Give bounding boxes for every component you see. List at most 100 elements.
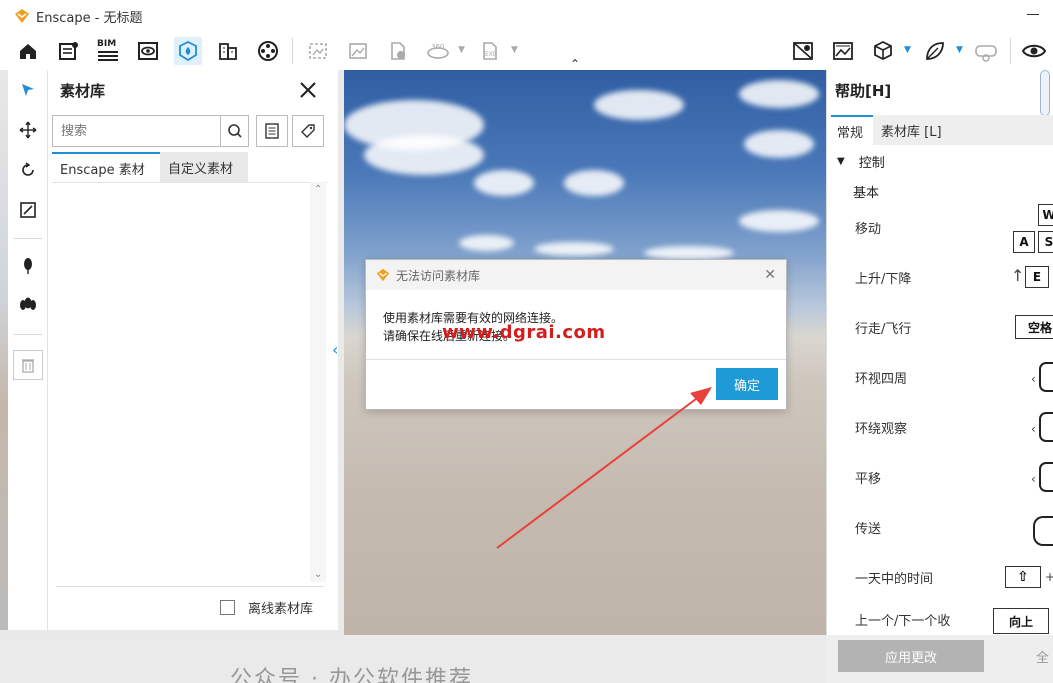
visual-settings-button[interactable]: [134, 37, 162, 65]
list-view-button[interactable]: [256, 115, 288, 147]
mouse-icon: [1039, 362, 1053, 392]
panorama-dropdown-caret-icon[interactable]: ▼: [458, 45, 465, 55]
buildings-button[interactable]: [214, 37, 242, 65]
help-row-label: 平移: [855, 472, 882, 487]
left-arrow-icon: ‹: [1031, 372, 1036, 386]
tree-group-button[interactable]: [14, 292, 42, 320]
eye-icon: [1021, 44, 1047, 58]
exe-export-button[interactable]: EXE: [476, 37, 504, 65]
close-icon[interactable]: [298, 80, 318, 100]
cloud: [744, 130, 814, 158]
mouse-icon: [1039, 412, 1053, 442]
mouse-icon: [1039, 462, 1053, 492]
toolbar-separator: [1010, 38, 1011, 64]
footer-right-label[interactable]: 全: [1036, 647, 1049, 666]
help-tabs: 常规 素材库 [L]: [831, 115, 1053, 145]
scroll-down-icon[interactable]: ⌄: [314, 569, 322, 580]
cube-icon: [874, 40, 892, 61]
cube-button[interactable]: [869, 37, 897, 65]
minimize-button[interactable]: [1027, 14, 1039, 15]
bim-label: BIM: [97, 39, 117, 49]
expand-triangle-icon: ▼: [837, 156, 845, 167]
trees-icon: [20, 297, 36, 310]
home-button[interactable]: [14, 37, 42, 65]
tag-icon: [301, 124, 315, 138]
delete-button[interactable]: [13, 350, 43, 380]
tab-custom-assets[interactable]: 自定义素材: [160, 152, 248, 182]
dialog-title: 无法访问素材库: [396, 268, 481, 283]
offline-library-option[interactable]: 离线素材库: [220, 598, 313, 617]
leaf-dropdown-caret-icon[interactable]: ▼: [956, 45, 963, 55]
vr-headset-button[interactable]: [972, 37, 1000, 65]
tag-filter-button[interactable]: [292, 115, 324, 147]
map-button[interactable]: [789, 37, 817, 65]
asset-library-error-dialog: 无法访问素材库 ✕ 使用素材库需要有效的网络连接。 请确保在线后重新连接。 ww…: [365, 259, 787, 410]
select-tool-button[interactable]: [14, 76, 42, 104]
overlay-watermark-text: 公众号 · 办公软件推荐: [230, 667, 473, 683]
key-space: 空格: [1015, 315, 1053, 339]
single-tree-button[interactable]: [14, 252, 42, 280]
film-reel-button[interactable]: [254, 37, 282, 65]
exe-export-icon: EXE: [483, 42, 497, 60]
tab-asset-library[interactable]: 素材库 [L]: [875, 115, 955, 145]
search-input[interactable]: [53, 116, 213, 146]
image-icon: [349, 43, 367, 59]
asset-library-button[interactable]: [174, 37, 202, 65]
asset-list-scrollbar[interactable]: ⌃ ⌄: [310, 182, 326, 582]
tool-separator: [14, 334, 42, 335]
enscape-logo-icon: [15, 9, 29, 23]
cube-dropdown-caret-icon[interactable]: ▼: [904, 45, 911, 55]
tab-general[interactable]: 常规: [831, 115, 873, 145]
help-scrollbar[interactable]: [1040, 70, 1050, 116]
home-icon: [20, 44, 36, 59]
leaf-button[interactable]: [921, 37, 949, 65]
document-settings-button[interactable]: [54, 37, 82, 65]
shift-key-icon: ⇧: [1005, 566, 1041, 588]
panorama-button[interactable]: 360: [424, 37, 452, 65]
scale-icon: [20, 202, 36, 218]
gallery-button[interactable]: [829, 37, 857, 65]
move-tool-button[interactable]: [14, 116, 42, 144]
list-icon: [265, 123, 279, 139]
collapse-toolbar-icon[interactable]: ⌃: [570, 57, 580, 71]
background-window-edge: [0, 70, 8, 630]
ok-button[interactable]: 确定: [716, 368, 778, 400]
tab-enscape-assets[interactable]: Enscape 素材: [52, 152, 160, 182]
search-button[interactable]: [220, 115, 249, 147]
collapse-left-panel-icon[interactable]: ‹: [332, 340, 338, 359]
mouse-click-icon: [1033, 516, 1053, 546]
exe-dropdown-caret-icon[interactable]: ▼: [511, 45, 518, 55]
help-row-label: 行走/飞行: [855, 322, 912, 337]
asset-library-icon: [179, 40, 197, 62]
scale-tool-button[interactable]: [14, 196, 42, 224]
controls-section[interactable]: ▼ 控制: [837, 152, 885, 171]
scroll-up-icon[interactable]: ⌃: [314, 184, 322, 195]
bim-button[interactable]: BIM: [94, 37, 122, 65]
buildings-icon: [219, 43, 237, 60]
basic-subsection: 基本: [853, 186, 880, 201]
export-file-button[interactable]: [384, 37, 412, 65]
select-arrow-icon: [22, 84, 34, 96]
panel-divider: [56, 586, 324, 587]
key-s: S: [1038, 231, 1053, 253]
screenshot-icon: [309, 43, 327, 59]
key-a: A: [1013, 231, 1035, 253]
cloud: [739, 80, 819, 108]
image-button[interactable]: [344, 37, 372, 65]
cloud: [564, 170, 624, 196]
rotate-tool-button[interactable]: [14, 156, 42, 184]
dialog-close-icon[interactable]: ✕: [764, 267, 776, 283]
cloud: [364, 135, 484, 175]
help-panel-title: 帮助[H]: [835, 82, 892, 100]
apply-changes-button[interactable]: 应用更改: [838, 640, 984, 672]
cloud: [739, 210, 819, 232]
dialog-divider: [366, 359, 786, 360]
screenshot-button[interactable]: [304, 37, 332, 65]
offline-checkbox[interactable]: [220, 600, 235, 615]
trash-icon: [22, 359, 34, 373]
up-arrow-icon: ↑: [1011, 266, 1025, 285]
eye-button[interactable]: [1020, 37, 1048, 65]
cloud: [644, 246, 734, 260]
visual-settings-icon: [138, 42, 158, 60]
title-bar: Enscape - 无标题: [0, 0, 1053, 32]
